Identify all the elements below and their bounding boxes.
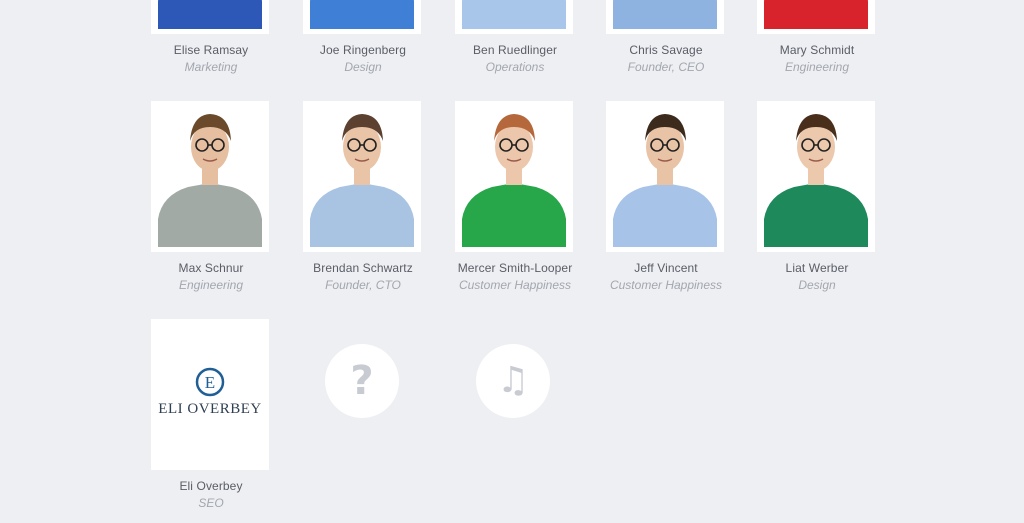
member-role: Engineering [178,278,244,292]
profile-photo[interactable] [455,0,573,34]
profile-photo[interactable] [606,101,724,252]
logo-image: E ELI OVERBEY [156,324,264,465]
person-photo [156,0,264,29]
member-role: Founder, CTO [325,278,401,292]
member-role: Marketing [184,60,238,74]
person-photo [611,0,719,29]
member-role: Customer Happiness [458,278,572,292]
member-name: Ben Ruedlinger [472,43,558,57]
profile-photo[interactable] [757,0,875,34]
person-photo [156,106,264,247]
member-role: Design [798,278,836,292]
profile-photo[interactable] [303,101,421,252]
member-name: Liat Werber [785,261,849,275]
member-name: Eli Overbey [179,479,243,493]
question-mark-icon: ? [350,358,374,404]
person-photo [762,0,870,29]
profile-photo[interactable] [606,0,724,34]
person-photo [308,0,416,29]
svg-text:ELI OVERBEY: ELI OVERBEY [158,401,261,417]
music-note-icon: ♫ [496,360,530,401]
member-role: Founder, CEO [627,60,705,74]
profile-photo[interactable] [151,0,269,34]
person-photo [308,106,416,247]
person-photo [611,106,719,247]
member-name: Jeff Vincent [634,261,698,275]
member-role: SEO [198,496,224,510]
member-role: Design [344,60,382,74]
member-name: Max Schnur [178,261,244,275]
profile-photo[interactable] [455,101,573,252]
open-position-placeholder[interactable]: ? [325,344,399,418]
member-name: Brendan Schwartz [313,261,413,275]
member-name: Joe Ringenberg [319,43,407,57]
member-name: Chris Savage [629,43,703,57]
member-name: Elise Ramsay [173,43,249,57]
person-photo [460,0,568,29]
member-name: Mercer Smith-Looper [457,261,573,275]
profile-photo[interactable] [303,0,421,34]
profile-photo[interactable] [151,101,269,252]
svg-text:E: E [205,373,215,392]
company-logo[interactable]: E ELI OVERBEY [151,319,269,470]
member-role: Engineering [784,60,850,74]
member-role: Operations [485,60,545,74]
person-photo [460,106,568,247]
person-photo [762,106,870,247]
music-placeholder[interactable]: ♫ [476,344,550,418]
profile-photo[interactable] [757,101,875,252]
member-name: Mary Schmidt [779,43,855,57]
member-role: Customer Happiness [609,278,723,292]
